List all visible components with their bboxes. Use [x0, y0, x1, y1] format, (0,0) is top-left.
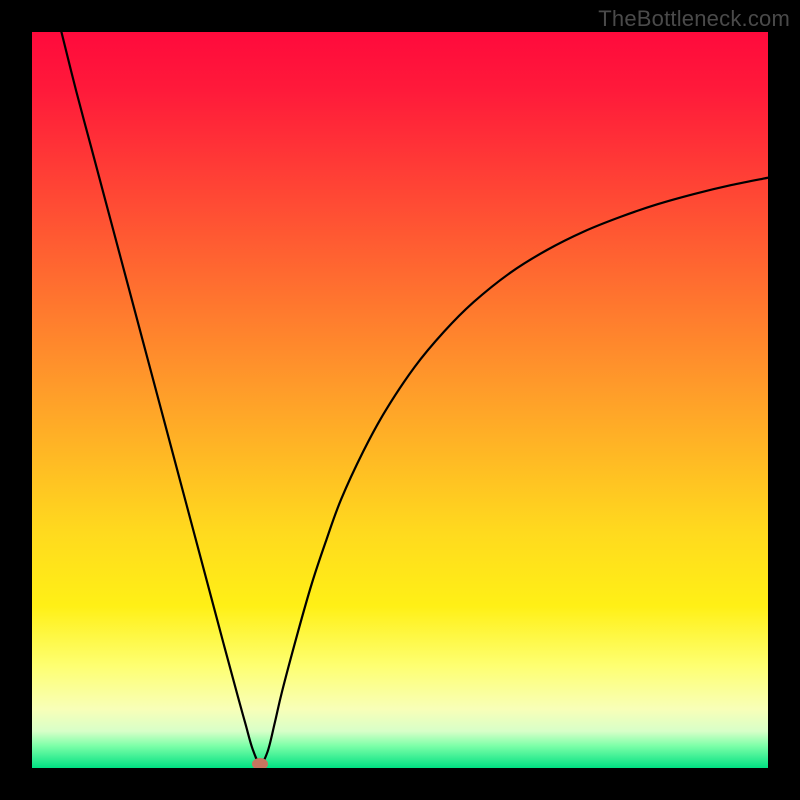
optimum-marker — [252, 758, 268, 768]
plot-area — [32, 32, 768, 768]
chart-curve — [32, 32, 768, 768]
watermark-text: TheBottleneck.com — [598, 6, 790, 32]
